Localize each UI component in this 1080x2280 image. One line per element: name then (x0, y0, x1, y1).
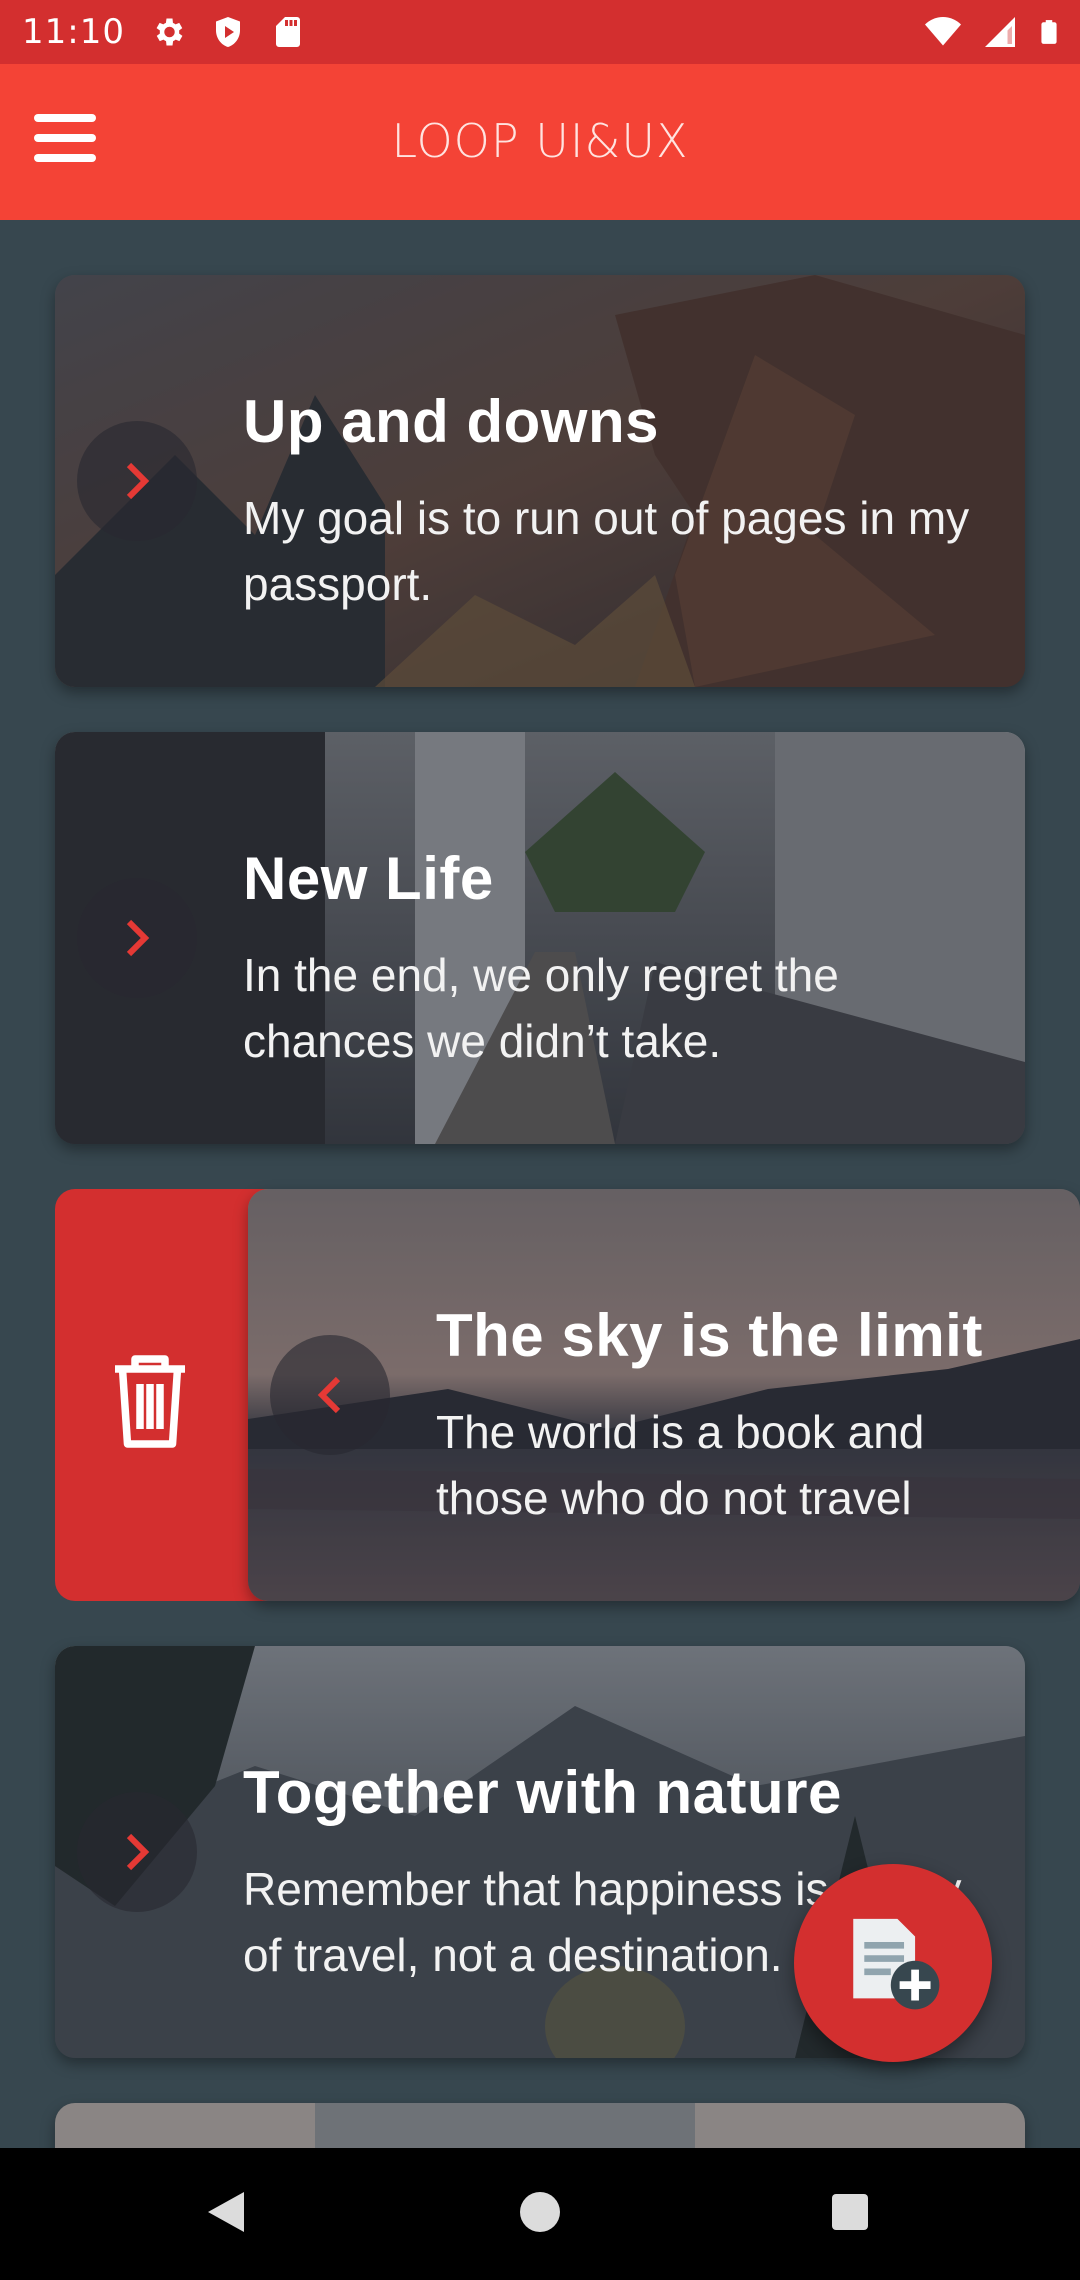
card-title: New Life (243, 845, 494, 912)
card-title: Together with nature (243, 1759, 842, 1826)
card-text: My goal is to run out of pages in my pas… (243, 492, 970, 610)
status-right-icons (922, 14, 1062, 50)
card-overlay (55, 732, 1025, 1144)
status-bar: 11:10 (0, 0, 1080, 64)
app-bar: LOOP UI&UX (0, 64, 1080, 220)
wifi-icon (925, 17, 961, 46)
recents-icon[interactable] (830, 2188, 870, 2236)
next-button[interactable] (77, 878, 197, 998)
settings-icon (156, 18, 183, 46)
card-new-life[interactable]: New Life In the end, we only regret the … (55, 732, 1025, 1144)
status-time: 11:10 (22, 12, 125, 52)
chevron-right-icon (126, 462, 150, 500)
back-icon[interactable] (204, 2188, 248, 2236)
home-icon[interactable] (518, 2188, 562, 2236)
next-button[interactable] (77, 1792, 197, 1912)
next-button[interactable] (77, 421, 197, 541)
add-note-icon (853, 1918, 940, 2010)
back-button[interactable] (270, 1335, 390, 1455)
app-title: LOOP UI&UX (391, 114, 689, 168)
signal-icon (985, 17, 1015, 47)
trash-icon (115, 1355, 185, 1448)
status-left-icons (150, 14, 306, 50)
add-note-button[interactable] (794, 1864, 992, 2062)
card-text: In the end, we only regret the chances w… (243, 949, 839, 1067)
chevron-left-icon (317, 1376, 341, 1414)
chevron-right-icon (126, 919, 150, 957)
card-text: The world is a book and those who do not… (436, 1406, 925, 1524)
card-the-sky-is-the-limit[interactable]: The sky is the limit The world is a book… (248, 1189, 1080, 1601)
card-up-and-downs[interactable]: Up and downs My goal is to run out of pa… (55, 275, 1025, 687)
card-overlay (55, 275, 1025, 687)
card-title: Up and downs (243, 388, 659, 455)
sd-card-icon (276, 17, 300, 47)
battery-icon (1041, 20, 1057, 44)
card-background-image (55, 2103, 1025, 2148)
system-navigation-bar (0, 2148, 1080, 2280)
card-list[interactable]: Up and downs My goal is to run out of pa… (0, 220, 1080, 2148)
chevron-right-icon (126, 1833, 150, 1871)
shield-play-icon (216, 17, 240, 47)
card-partial[interactable] (55, 2103, 1025, 2148)
card-title: The sky is the limit (436, 1302, 983, 1369)
delete-action[interactable] (55, 1189, 275, 1601)
